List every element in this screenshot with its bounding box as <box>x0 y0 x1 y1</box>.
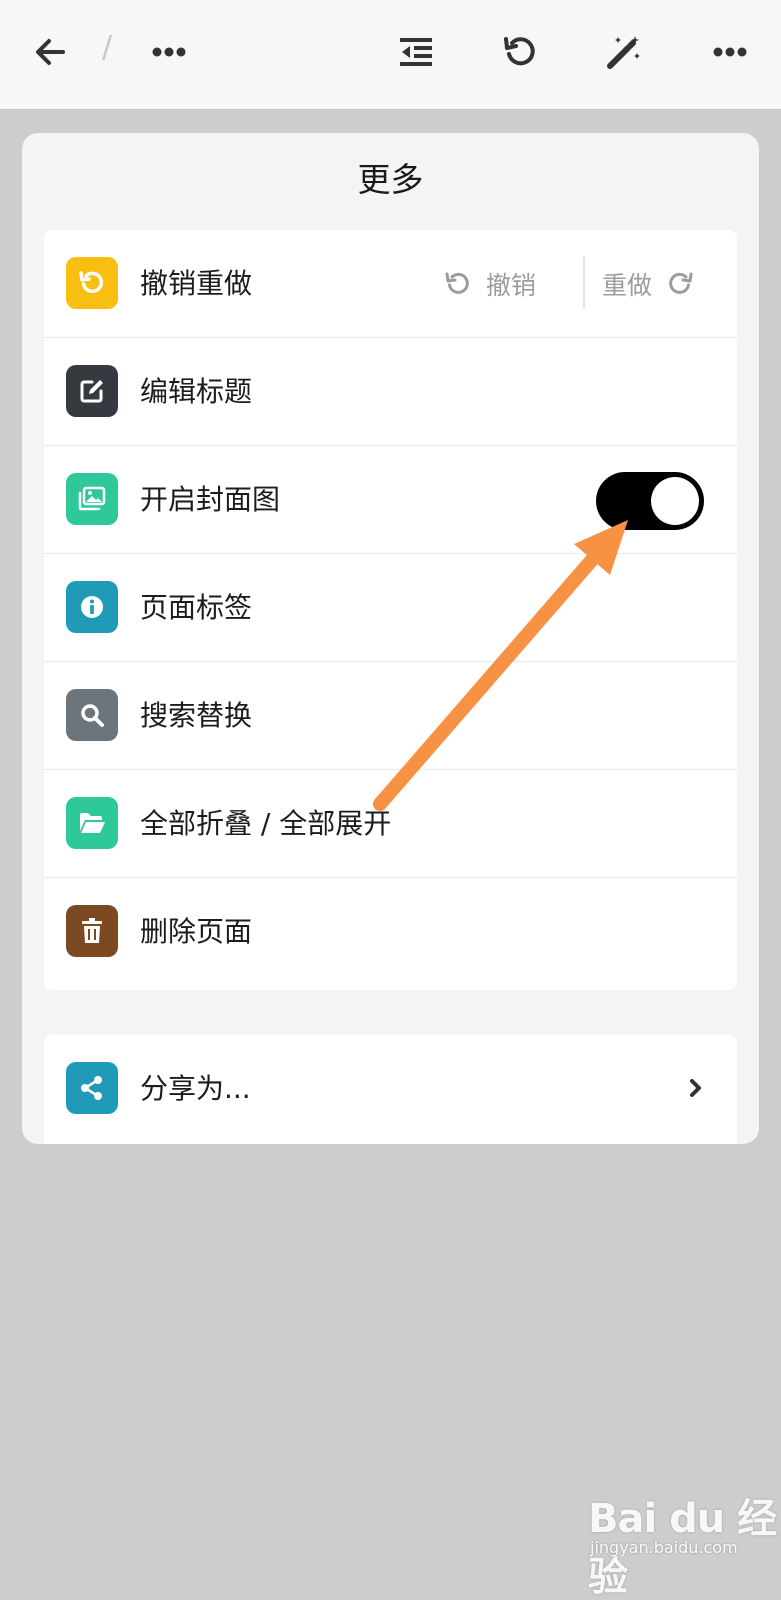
baidu-jingyan-watermark: Bai du 经验 jingyan.baidu.com <box>588 1478 778 1600</box>
annotation-arrow <box>373 520 628 811</box>
watermark-url: jingyan.baidu.com <box>590 1538 738 1557</box>
